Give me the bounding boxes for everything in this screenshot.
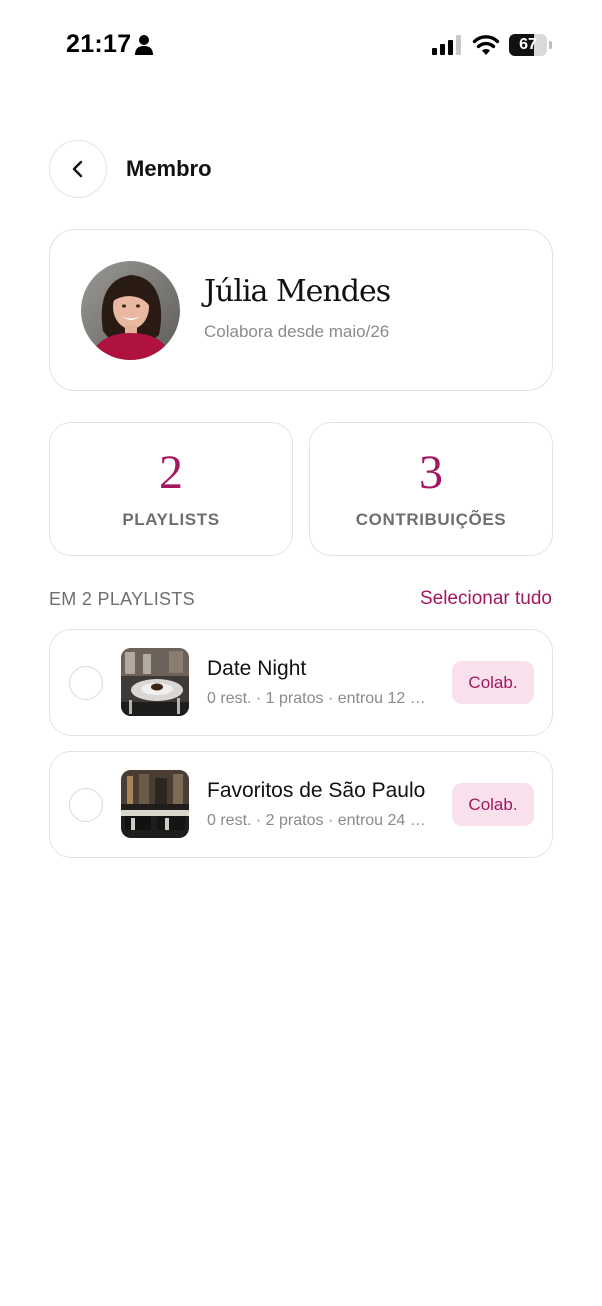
profile-card: Júlia Mendes Colabora desde maio/26 (49, 229, 553, 391)
person-icon (135, 35, 153, 55)
battery-icon: 67 (509, 34, 552, 56)
member-name: Júlia Mendes (204, 274, 391, 309)
avatar (81, 261, 180, 360)
member-since: Colabora desde maio/26 (204, 322, 390, 341)
status-time: 21:17 (66, 30, 132, 58)
playlist-name: Favoritos de São Paulo (207, 779, 426, 802)
playlist-thumbnail (121, 648, 189, 716)
stat-playlists: 2 PLAYLISTS (49, 422, 293, 556)
select-all-link[interactable]: Selecionar tudo (420, 588, 552, 610)
stat-contributions-value: 3 (419, 446, 443, 499)
playlist-meta: 0 rest. · 2 pratos · entrou 24 de maio (207, 812, 429, 829)
back-button[interactable] (49, 140, 107, 198)
battery-level: 67 (519, 36, 537, 53)
section-title: EM 2 PLAYLISTS (49, 589, 195, 609)
status-bar: 21:17 67 (0, 0, 602, 90)
stat-contributions-label: CONTRIBUIÇÕES (355, 510, 507, 529)
stat-playlists-label: PLAYLISTS (122, 510, 220, 529)
collab-badge: Colab. (452, 661, 534, 704)
signal-icon (432, 35, 461, 55)
playlist-item[interactable]: Date Night 0 rest. · 1 pratos · entrou 1… (49, 629, 553, 736)
playlist-checkbox[interactable] (69, 666, 103, 700)
stat-contributions: 3 CONTRIBUIÇÕES (309, 422, 553, 556)
playlist-item[interactable]: Favoritos de São Paulo 0 rest. · 2 prato… (49, 751, 553, 858)
collab-badge: Colab. (452, 783, 534, 826)
wifi-icon (472, 35, 500, 55)
playlist-meta: 0 rest. · 1 pratos · entrou 12 de maio (207, 690, 429, 707)
stat-playlists-value: 2 (159, 446, 183, 499)
page-title: Membro (126, 156, 212, 181)
playlist-thumbnail (121, 770, 189, 838)
playlist-name: Date Night (207, 657, 307, 680)
playlist-checkbox[interactable] (69, 788, 103, 822)
chevron-left-icon (72, 160, 83, 178)
